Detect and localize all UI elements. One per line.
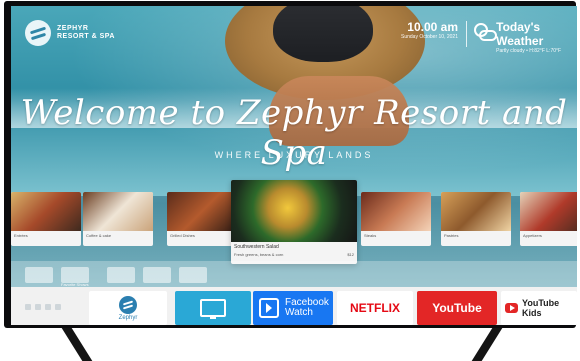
app-facebook-watch[interactable]: Facebook Watch (253, 291, 333, 325)
rail-card[interactable]: Appetizers (520, 192, 577, 246)
featured-card-title: Southwestern Salad (234, 244, 279, 250)
app-tv[interactable] (175, 291, 251, 325)
header-divider (466, 21, 467, 47)
rail-card[interactable]: Coffee & cake (83, 192, 153, 246)
rail-card-image (11, 192, 81, 231)
rail-card-caption: Pastries (444, 233, 459, 238)
secondary-tile[interactable] (25, 267, 53, 283)
rail-card-caption: Appetizers (523, 233, 542, 238)
youtube-logo: YouTube (432, 301, 482, 315)
rail-card[interactable]: Entrées (11, 192, 81, 246)
featured-card[interactable]: Southwestern Salad Fresh greens, beans &… (231, 180, 357, 264)
zephyr-app-label: Zephyr (118, 314, 138, 321)
app-zephyr[interactable]: Zephyr (89, 291, 167, 325)
tv-stand-right (470, 328, 516, 361)
nav-dot (35, 304, 41, 310)
rail-card-image (83, 192, 153, 231)
weather-subtext: Partly cloudy • H:82°F L:70°F (496, 48, 562, 54)
secondary-row: Favorite Shows (11, 261, 577, 287)
secondary-tile[interactable] (179, 267, 207, 283)
secondary-tile[interactable] (61, 267, 89, 283)
netflix-logo: NETFLIX (350, 301, 400, 315)
resort-logo-text: ZEPHYR RESORT & SPA (57, 25, 115, 41)
clock: 10.00 am Sunday October 10, 2021 (401, 20, 458, 40)
nav-dot (45, 304, 51, 310)
secondary-tile[interactable] (107, 267, 135, 283)
resort-logo-line1: ZEPHYR (57, 25, 89, 32)
resort-logo: ZEPHYR RESORT & SPA (25, 20, 115, 46)
rail-card[interactable]: Steaks (361, 192, 431, 246)
app-youtube[interactable]: YouTube (417, 291, 497, 325)
rail-card-caption: Steaks (364, 233, 377, 238)
rail-card-image (441, 192, 511, 231)
welcome-tagline: WHERE LUXURY LANDS (214, 150, 374, 160)
rail-card[interactable]: Pastries (441, 192, 511, 246)
rail-card[interactable]: Grilled Dishes (167, 192, 237, 246)
featured-card-price: $12 (347, 252, 354, 257)
rail-card-image (361, 192, 431, 231)
rail-card-caption: Coffee & cake (86, 233, 112, 238)
rail-card-caption: Grilled Dishes (170, 233, 195, 238)
rail-card-caption: Entrées (14, 233, 28, 238)
secondary-tile[interactable] (143, 267, 171, 283)
clock-date: Sunday October 10, 2021 (401, 34, 458, 40)
app-netflix[interactable]: NETFLIX (337, 291, 413, 325)
tv-frame: ZEPHYR RESORT & SPA 10.00 am Sunday Octo… (4, 1, 577, 328)
facebook-watch-label-2: Watch (285, 307, 313, 318)
app-launcher: Zephyr Facebook Watch NETFLIX YouTube Yo… (11, 287, 577, 325)
facebook-watch-icon (259, 298, 279, 318)
clock-time: 10.00 am (407, 20, 458, 34)
youtube-kids-label: YouTube Kids (522, 298, 560, 318)
rail-card-image (167, 192, 237, 231)
weather-widget: Today's Weather Partly cloudy • H:82°F L… (473, 20, 577, 54)
launcher-nav[interactable] (17, 299, 69, 315)
youtube-kids-icon (505, 303, 519, 313)
partly-cloudy-icon (473, 20, 498, 41)
welcome-title: Welcome to Zephyr Resort and Spa (20, 93, 568, 173)
resort-logo-icon (25, 20, 51, 46)
featured-card-subtitle: Fresh greens, beans & corn (234, 252, 284, 257)
tv-stand-left (60, 328, 106, 361)
featured-card-meta: Fresh greens, beans & corn $12 (234, 252, 354, 257)
app-youtube-kids[interactable]: YouTube Kids (501, 291, 577, 325)
nav-dot (25, 304, 31, 310)
featured-card-image (231, 180, 357, 242)
tv-icon (200, 299, 226, 319)
weather-label: Today's Weather (496, 20, 544, 48)
nav-dot (55, 304, 61, 310)
resort-logo-line2: RESORT & SPA (57, 33, 115, 40)
zephyr-app-icon (119, 295, 137, 314)
hero-hat-crown (273, 6, 373, 62)
tv-screen: ZEPHYR RESORT & SPA 10.00 am Sunday Octo… (11, 6, 577, 325)
rail-card-image (520, 192, 577, 231)
content-rail: Entrées Coffee & cake Grilled Dishes Sou… (11, 180, 577, 264)
